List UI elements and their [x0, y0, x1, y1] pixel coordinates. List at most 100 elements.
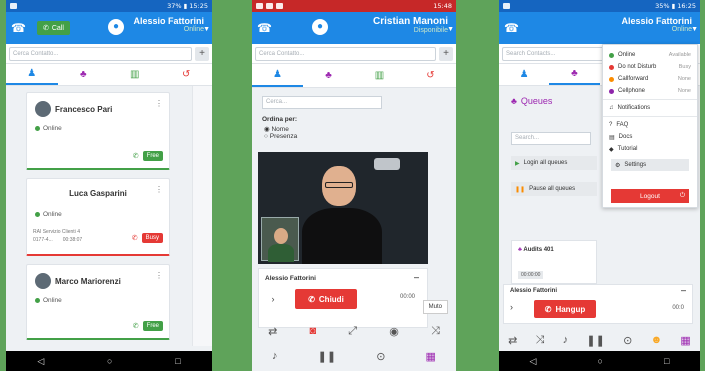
video-stream — [258, 152, 428, 264]
record-icon[interactable]: ⊙ — [376, 350, 385, 363]
help-icon: ? — [609, 122, 613, 128]
transfer-icon[interactable]: ⇄ — [508, 334, 517, 347]
tab-queues[interactable]: ♣ — [549, 64, 600, 85]
phone-icon[interactable]: ✆ — [133, 322, 139, 330]
transfer-icon[interactable]: ⇄ — [268, 325, 277, 338]
presence-callforward[interactable]: Callforward None — [603, 73, 697, 85]
keypad-icon[interactable]: ▦ — [426, 350, 436, 363]
app-logo-icon[interactable]: ☎ — [11, 21, 27, 35]
mic-icon[interactable]: ♪ — [563, 334, 569, 346]
pause-all-queues-button[interactable]: ❚❚ Pause all queues — [511, 182, 597, 196]
close-call-button[interactable]: ✆ Chiudi — [295, 289, 357, 309]
filter-input[interactable]: Cerca... — [262, 96, 382, 109]
search-input[interactable]: Cerca Contatto... — [9, 46, 192, 61]
settings-button[interactable]: ⚙ Settings — [611, 159, 689, 171]
status-time: 15:48 — [433, 2, 452, 10]
notifications-item[interactable]: ♫ Notifications — [603, 102, 697, 114]
phone-icon[interactable]: ✆ — [132, 234, 138, 242]
free-button[interactable]: Free — [142, 321, 163, 331]
user-menu[interactable]: Cristian Manoni Disponibile — [373, 16, 448, 34]
chevron-right-icon[interactable]: › — [510, 302, 513, 312]
free-button[interactable]: Free — [142, 151, 163, 161]
order-option-name[interactable]: ◉ Nome — [264, 125, 289, 133]
recents-icon[interactable]: □ — [175, 356, 180, 366]
presence-online[interactable]: Online Available — [603, 49, 697, 61]
tab-history[interactable]: ↺ — [161, 64, 213, 85]
shuffle-icon[interactable]: ⤨ — [431, 325, 440, 338]
tab-groups[interactable]: ♣ — [58, 64, 110, 85]
contact-card[interactable]: Marco Mariorenzi ⋮ Online ✆ Free — [26, 264, 170, 340]
recents-icon[interactable]: □ — [664, 356, 669, 366]
hangup-button[interactable]: ✆ Hangup — [534, 300, 596, 318]
kebab-menu-icon[interactable]: ⋮ — [155, 271, 163, 280]
kebab-menu-icon[interactable]: ⋮ — [155, 185, 163, 194]
logout-button[interactable]: Logout ⏻ — [611, 189, 689, 203]
mic-icon[interactable]: ♪ — [272, 350, 278, 362]
back-icon[interactable]: ◁ — [530, 356, 537, 367]
tab-contacts[interactable]: ♟ — [499, 64, 549, 85]
book-icon: ▤ — [609, 134, 615, 141]
side-panel — [192, 86, 212, 346]
remote-person — [302, 208, 382, 264]
view-icon[interactable]: ◉ — [389, 325, 399, 338]
tab-contacts[interactable]: ♟ — [6, 64, 58, 85]
app-logo-icon[interactable]: ☎ — [504, 21, 520, 35]
call-button[interactable]: ✆ Call — [37, 21, 70, 35]
contact-card[interactable]: Francesco Pari ⋮ Online ✆ Free — [26, 92, 170, 170]
app-logo-icon[interactable]: ☎ — [257, 21, 273, 35]
docs-item[interactable]: ▤ Docs — [603, 131, 697, 143]
caller-name: Alessio Fattorini — [265, 275, 316, 282]
status-time: 37% ▮ 15:25 — [167, 2, 208, 10]
presence-dnd[interactable]: Do not Disturb Busy — [603, 61, 697, 73]
order-option-presence[interactable]: ○ Presenza — [264, 133, 297, 140]
add-button[interactable]: + — [195, 46, 209, 61]
pause-icon[interactable]: ❚❚ — [586, 334, 604, 347]
minimize-icon[interactable]: – — [681, 285, 686, 295]
fullscreen-icon[interactable]: ⤢ — [348, 325, 357, 338]
record-icon[interactable]: ⊙ — [623, 334, 632, 347]
contact-card[interactable]: Luca Gasparini ⋮ Online RAI Servizio Cli… — [26, 178, 170, 256]
chevron-right-icon[interactable]: › — [265, 291, 281, 307]
queue-search-input[interactable]: Search... — [511, 132, 591, 145]
home-icon[interactable]: ○ — [598, 356, 603, 366]
tab-groups[interactable]: ♣ — [303, 64, 354, 87]
chevron-down-icon[interactable]: ▼ — [691, 26, 698, 33]
avatar — [35, 273, 51, 289]
queue-name: ♣ Audits 401 — [518, 247, 554, 253]
faq-item[interactable]: ? FAQ — [603, 119, 697, 131]
phone-icon[interactable]: ✆ — [133, 152, 139, 160]
tab-panel[interactable]: ▥ — [354, 64, 405, 87]
tab-contacts[interactable]: ♟ — [252, 64, 303, 87]
queues-title: ♣ Queues — [511, 96, 553, 106]
user-dropdown-menu: Online Available Do not Disturb Busy Callf… — [602, 44, 698, 208]
status-bar: 35% ▮ 16:25 — [499, 0, 700, 12]
keypad-icon[interactable]: ▦ — [680, 334, 690, 347]
tutorial-item[interactable]: ◆ Tutorial — [603, 143, 697, 155]
kebab-menu-icon[interactable]: ⋮ — [155, 99, 163, 108]
chevron-down-icon[interactable]: ▼ — [447, 26, 454, 33]
tab-panel[interactable]: ▥ — [109, 64, 161, 85]
user-avatar[interactable]: ● — [312, 19, 328, 35]
busy-button[interactable]: Busy — [141, 233, 163, 243]
camera-icon[interactable]: ◙ — [309, 325, 316, 337]
search-input[interactable]: Cerca Contatto... — [255, 46, 436, 61]
user-status: Online — [183, 26, 204, 33]
login-all-queues-button[interactable]: ▶ Login all queues — [511, 156, 597, 170]
back-icon[interactable]: ◁ — [37, 356, 44, 367]
add-button[interactable]: + — [439, 46, 453, 61]
chevron-down-icon[interactable]: ▼ — [203, 26, 210, 33]
user-menu[interactable]: Alessio Fattorini Online — [621, 16, 692, 33]
home-icon[interactable]: ○ — [107, 356, 112, 366]
shuffle-icon[interactable]: ⤨ — [536, 334, 545, 347]
tab-history[interactable]: ↺ — [405, 64, 456, 87]
power-icon: ⏻ — [679, 192, 685, 199]
user-avatar[interactable]: ● — [108, 19, 124, 35]
user-menu[interactable]: Alessio Fattorini Online — [133, 16, 204, 33]
queue-card[interactable]: ♣ Audits 401 00:00:00 — [511, 240, 597, 284]
status-time: 35% ▮ 16:25 — [655, 2, 696, 10]
pause-icon[interactable]: ❚❚ — [318, 350, 336, 363]
smiley-icon[interactable]: ☻ — [651, 334, 663, 346]
caller-name: Alessio Fattorini — [510, 288, 558, 294]
presence-cellphone[interactable]: Cellphone None — [603, 85, 697, 97]
minimize-icon[interactable]: – — [414, 272, 419, 282]
